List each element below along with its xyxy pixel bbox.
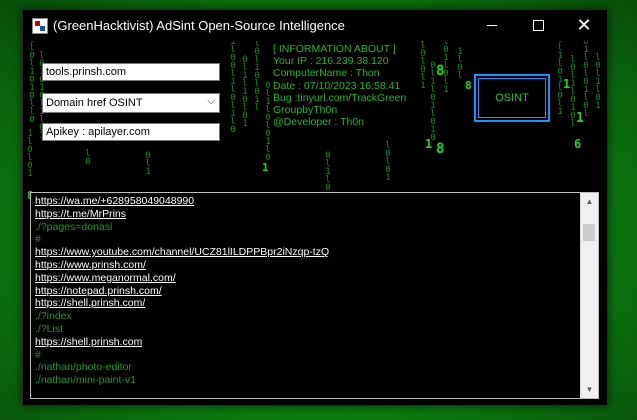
output-link[interactable]: https://wa.me/+628958049048990 — [35, 195, 575, 208]
info-developer: @Developer : Th0n — [273, 116, 365, 129]
scroll-thumb[interactable] — [583, 224, 595, 241]
output-textbox[interactable]: https://wa.me/+628958049048990 https://t.… — [30, 192, 599, 399]
close-button[interactable]: ✕ — [561, 10, 607, 41]
output-lines: https://wa.me/+628958049048990 https://t.… — [35, 195, 575, 387]
info-computer-name: ComputerName : Thon — [273, 67, 380, 80]
output-link[interactable]: https://t.me/MrPrins — [35, 208, 575, 221]
app-window: (GreenHacktivist) AdSint Open-Source Int… — [22, 9, 608, 406]
output-line: # — [35, 233, 41, 246]
osint-mode-select[interactable]: Domain href OSINT ⌵ — [42, 93, 220, 113]
output-link[interactable]: https://shell.prinsh.com — [35, 336, 575, 349]
info-ip: Your IP : 216.239.38.120 — [273, 55, 389, 68]
chevron-down-icon: ⌵ — [207, 96, 215, 107]
output-line: ./nathan/mini-paint-v1 — [35, 374, 136, 387]
app-icon — [32, 18, 48, 34]
close-icon: ✕ — [576, 14, 592, 36]
minimize-icon — [487, 25, 497, 26]
osint-button[interactable]: OSINT — [474, 74, 550, 122]
scroll-down-icon[interactable]: ▼ — [581, 381, 598, 398]
info-group: GroupbyTh0n — [273, 104, 338, 117]
output-link[interactable]: https://www.meganormal.com/ — [35, 272, 575, 285]
output-link[interactable]: https://shell.prinsh.com/ — [35, 297, 575, 310]
osint-mode-selected: Domain href OSINT — [46, 97, 143, 109]
window-title: (GreenHacktivist) AdSint Open-Source Int… — [53, 18, 345, 33]
info-panel: [ INFORMATION ABOUT ] Your IP : 216.239.… — [273, 43, 415, 128]
output-link[interactable]: https://notepad.prinsh.com/ — [35, 285, 575, 298]
output-line: ./?pages=donasi — [35, 220, 113, 233]
output-link[interactable]: https://www.prinsh.com/ — [35, 259, 575, 272]
title-bar[interactable]: (GreenHacktivist) AdSint Open-Source Int… — [23, 10, 607, 41]
info-header: [ INFORMATION ABOUT ] — [273, 43, 396, 55]
output-line: ./?index — [35, 310, 72, 323]
output-link[interactable]: https://www.youtube.com/channel/UCZ81lIL… — [35, 246, 575, 259]
apikey-input[interactable]: Apikey : apilayer.com — [42, 123, 220, 141]
info-bug: Bug :tinyurl.com/TrackGreen — [273, 91, 407, 104]
osint-button-label: OSINT — [495, 92, 529, 104]
output-line: ./?List — [35, 322, 64, 335]
info-date: Date : 07/10/2023 16:58:41 — [273, 79, 401, 92]
scroll-up-icon[interactable]: ▲ — [581, 193, 598, 210]
target-domain-input[interactable]: tools.prinsh.com — [42, 63, 220, 81]
vertical-scrollbar[interactable]: ▲ ▼ — [580, 193, 598, 398]
minimize-button[interactable] — [469, 10, 515, 41]
main-panel: 0l0l1010ll0 l01010l1l01 1l0l01 1l00l1l0l… — [23, 41, 607, 405]
output-line: # — [35, 348, 41, 361]
output-line: ./nathan/photo-editor — [35, 361, 132, 374]
maximize-icon — [532, 20, 544, 31]
maximize-button[interactable] — [515, 10, 561, 41]
